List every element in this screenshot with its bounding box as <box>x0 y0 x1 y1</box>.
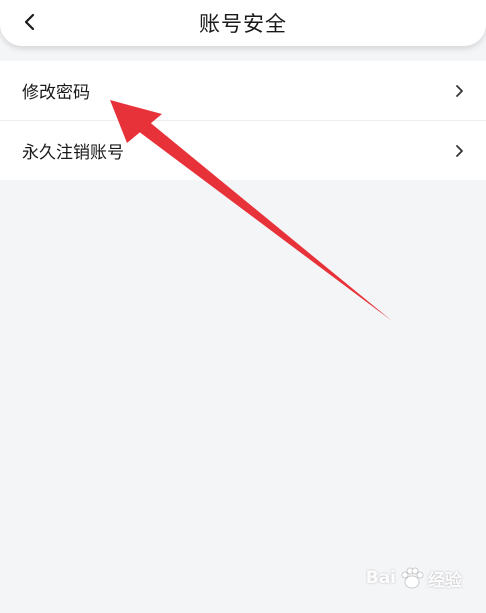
watermark-brand-right: 经验 <box>428 570 462 591</box>
settings-menu: 修改密码 永久注销账号 <box>0 61 486 180</box>
menu-item-label: 永久注销账号 <box>22 143 124 163</box>
chevron-right-icon <box>456 84 463 97</box>
menu-item-delete-account[interactable]: 永久注销账号 <box>0 120 486 180</box>
watermark: Bai 经验 <box>366 565 462 591</box>
page-title: 账号安全 <box>199 12 287 36</box>
watermark-brand-left: Bai <box>365 568 396 588</box>
chevron-right-icon <box>456 144 463 157</box>
top-navigation-bar: 账号安全 <box>0 0 486 46</box>
menu-item-change-password[interactable]: 修改密码 <box>0 61 486 120</box>
menu-item-label: 修改密码 <box>22 83 90 103</box>
paw-logo-icon <box>401 567 424 589</box>
